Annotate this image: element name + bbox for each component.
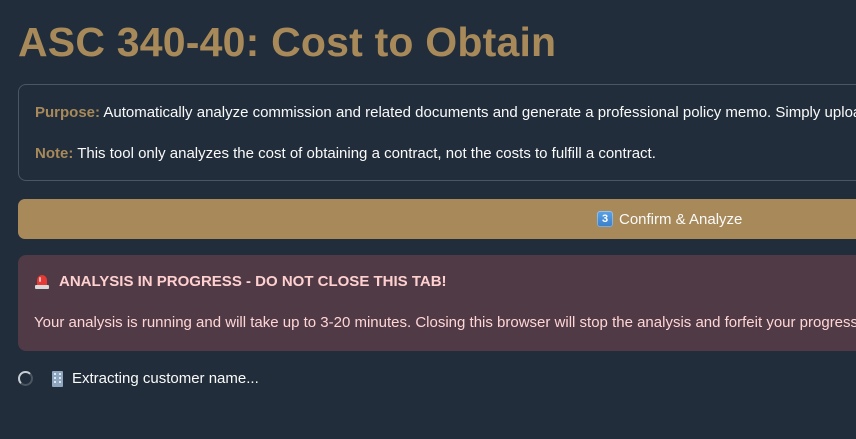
page-title: ASC 340-40: Cost to Obtain <box>18 19 557 65</box>
note-text: This tool only analyzes the cost of obta… <box>73 145 656 162</box>
note-label: Note: <box>35 145 74 162</box>
status-text: Extracting customer name... <box>72 370 259 387</box>
office-building-icon <box>50 370 65 387</box>
info-box: Purpose: Automatically analyze commissio… <box>18 84 856 181</box>
siren-icon <box>34 272 50 290</box>
keycap-3-icon: 3 <box>597 211 613 227</box>
note-line: Note: This tool only analyzes the cost o… <box>35 144 656 164</box>
confirm-analyze-button[interactable]: 3 Confirm & Analyze <box>18 199 856 239</box>
analysis-alert: ANALYSIS IN PROGRESS - DO NOT CLOSE THIS… <box>18 255 856 351</box>
status-row: Extracting customer name... <box>18 370 259 387</box>
purpose-label: Purpose: <box>35 104 101 121</box>
purpose-text: Automatically analyze commission and rel… <box>100 104 856 121</box>
spinner-icon <box>18 371 33 386</box>
alert-heading: ANALYSIS IN PROGRESS - DO NOT CLOSE THIS… <box>59 272 447 290</box>
alert-heading-row: ANALYSIS IN PROGRESS - DO NOT CLOSE THIS… <box>34 272 447 290</box>
purpose-line: Purpose: Automatically analyze commissio… <box>35 103 856 123</box>
confirm-analyze-label: Confirm & Analyze <box>619 210 743 228</box>
alert-body: Your analysis is running and will take u… <box>34 314 856 331</box>
